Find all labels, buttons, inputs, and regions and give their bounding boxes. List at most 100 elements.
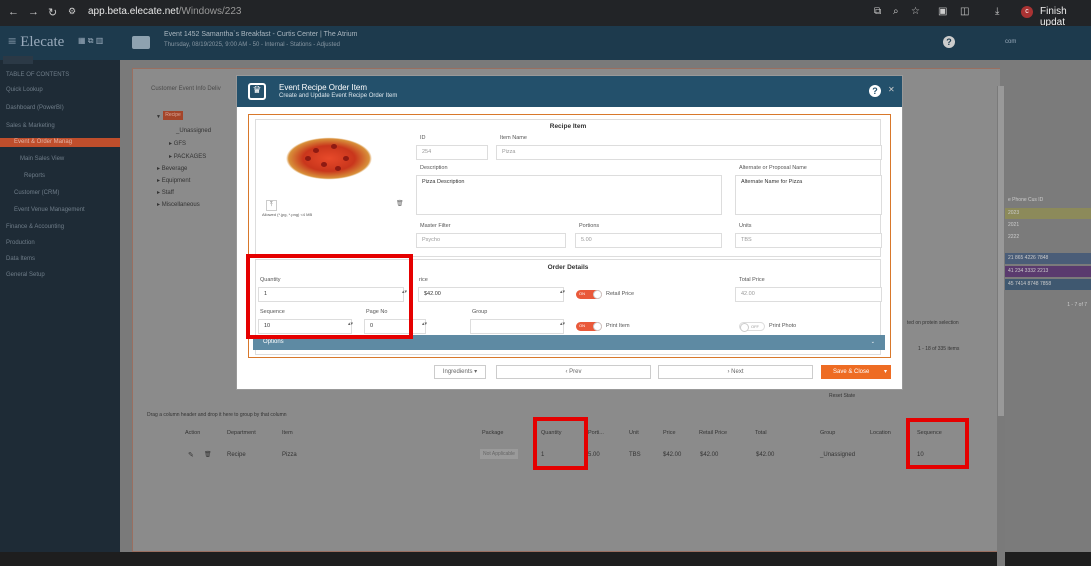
site-info-icon[interactable]: ⚙ (68, 6, 76, 17)
right-row[interactable]: 2222 (1000, 232, 1091, 243)
col-group[interactable]: Group (820, 430, 835, 436)
modal-title: Event Recipe Order Item (279, 83, 368, 92)
group-select[interactable] (470, 319, 564, 334)
delete-icon[interactable]: 🗑 (204, 451, 212, 458)
right-panel-header: e Phone Cus ID (1008, 197, 1044, 203)
reload-icon[interactable]: ↻ (48, 6, 57, 19)
col-total[interactable]: Total (755, 430, 767, 436)
units-label: Units (739, 223, 752, 229)
portions-field[interactable]: 5.00 (575, 233, 722, 248)
help-icon[interactable]: ? (943, 36, 955, 48)
sidebar-item-customer[interactable]: Customer (CRM) (14, 190, 59, 196)
header-tools-icon[interactable]: ▦ ⧉ ▥ (78, 36, 103, 46)
cell-retail-price: $42.00 (700, 452, 719, 458)
profile-avatar[interactable]: c (1021, 6, 1033, 18)
sidebar-search[interactable] (3, 56, 33, 64)
id-field[interactable]: 254 (416, 145, 488, 160)
description-field[interactable]: Pizza Description (416, 175, 722, 215)
col-item[interactable]: Item (282, 430, 293, 436)
sidebar-item-quick-lookup[interactable]: Quick Lookup (6, 87, 43, 93)
tree-node-packages[interactable]: ▸ PACKAGES (169, 153, 206, 160)
right-row[interactable]: 2021 (1000, 220, 1091, 231)
print-item-toggle[interactable]: ON (576, 322, 602, 331)
right-row[interactable]: 21 865 4226 7848 (1000, 253, 1091, 264)
save-label: Save & Close (833, 369, 870, 375)
units-field[interactable]: TBS (735, 233, 882, 248)
finish-update-button[interactable]: Finish updat (1040, 6, 1091, 28)
prev-button[interactable]: ‹ Prev (496, 365, 651, 379)
item-name-field[interactable]: Pizza (496, 145, 882, 160)
cell-price: $42.00 (663, 452, 682, 458)
edit-icon[interactable]: ✎ (188, 451, 194, 459)
modal-help-icon[interactable]: ? (869, 85, 881, 97)
extension-icon[interactable]: ▣ (938, 6, 947, 17)
price-field[interactable]: $42.00 (418, 287, 564, 302)
col-portions[interactable]: Porti... (588, 430, 604, 436)
col-action[interactable]: Action (185, 430, 200, 436)
tree-node-staff[interactable]: ▸ Staff (157, 189, 174, 196)
master-filter-field[interactable]: Psycho (416, 233, 566, 248)
print-photo-toggle[interactable]: OFF (739, 322, 765, 332)
puzzle-icon[interactable]: ◫ (960, 6, 969, 17)
sidebar-item-general-setup[interactable]: General Setup (6, 272, 45, 278)
forward-icon[interactable]: → (28, 6, 39, 18)
col-location[interactable]: Location (870, 430, 891, 436)
cell-group: _Unassigned (820, 452, 856, 458)
price-stepper[interactable]: ▴▾ (560, 289, 565, 295)
allowed-note: Allowed (*.jpg, *.png) <4 MB (262, 212, 313, 217)
tree-node-equipment[interactable]: ▸ Equipment (157, 177, 190, 184)
save-close-button[interactable]: Save & Close ▾ (821, 365, 891, 379)
vertical-scrollbar[interactable] (997, 86, 1005, 566)
reset-state-button[interactable]: Reset State (829, 393, 855, 399)
sidebar-item-production[interactable]: Production (6, 240, 35, 246)
right-row[interactable]: 41 234 3332 2213 (1000, 266, 1091, 277)
browser-toolbar: ← → ↻ ⚙ app.beta.elecate.net/Windows/223… (0, 0, 1091, 28)
event-subtitle: Thursday, 08/19/2025, 9:00 AM - 50 - Int… (164, 42, 340, 48)
scrollbar-thumb[interactable] (998, 86, 1004, 416)
protein-selection-hint: ted on protein selection (907, 320, 959, 326)
back-icon[interactable]: ← (8, 6, 19, 18)
recipe-order-item-modal: ♛ Event Recipe Order Item Create and Upd… (236, 75, 903, 390)
tree-node-misc[interactable]: ▸ Miscellaneous (157, 201, 200, 208)
tree-node[interactable]: _Unassigned (176, 128, 211, 134)
col-package[interactable]: Package (482, 430, 503, 436)
address-bar[interactable]: app.beta.elecate.net/Windows/223 (88, 6, 241, 17)
zoom-icon[interactable]: ⌕ (893, 6, 899, 17)
sidebar-item-dashboard[interactable]: Dashboard (PowerBI) (6, 105, 64, 111)
retail-price-toggle[interactable]: ON (576, 290, 602, 299)
tree-recipe-node[interactable]: Recipe (163, 111, 183, 120)
right-row[interactable]: 45 7414 8748 7858 (1000, 279, 1091, 290)
download-icon[interactable]: ⤓ (995, 6, 999, 17)
translate-icon[interactable]: ⧉ (874, 6, 881, 17)
tree-node-label: PACKAGES (173, 154, 207, 160)
modal-close-icon[interactable]: ✕ (888, 85, 895, 94)
tree-node-gfs[interactable]: ▸ GFS (169, 140, 186, 147)
col-retail-price[interactable]: Retail Price (699, 430, 727, 436)
sidebar-item-reports[interactable]: Reports (24, 173, 45, 179)
alt-name-field[interactable]: Alternate Name for Pizza (735, 175, 882, 215)
tree-node-beverage[interactable]: ▸ Beverage (157, 165, 187, 172)
sidebar-item-event-order[interactable]: Event & Order Manag (0, 138, 120, 147)
bookmark-star-icon[interactable]: ☆ (911, 6, 920, 17)
right-row[interactable]: 2023 (1000, 208, 1091, 219)
right-nav[interactable]: com (1005, 39, 1016, 45)
ingredients-select[interactable]: Ingredients ▾ (434, 365, 486, 379)
total-price-field[interactable]: 42.00 (735, 287, 882, 302)
cell-package: Not Applicable (480, 449, 518, 459)
next-button[interactable]: › Next (658, 365, 813, 379)
sidebar-item-main-sales[interactable]: Main Sales View (20, 156, 64, 162)
group-stepper[interactable]: ▴▾ (560, 321, 565, 327)
col-unit[interactable]: Unit (629, 430, 639, 436)
sidebar-item-data-items[interactable]: Data Items (6, 256, 35, 262)
sidebar-item-finance[interactable]: Finance & Accounting (6, 224, 64, 230)
col-department[interactable]: Department (227, 430, 256, 436)
delete-image-icon[interactable]: 🗑 (396, 200, 404, 207)
col-price[interactable]: Price (663, 430, 676, 436)
upload-icon[interactable]: ⤒ (266, 200, 277, 211)
modal-header: ♛ Event Recipe Order Item Create and Upd… (237, 76, 902, 107)
sidebar-item-venue[interactable]: Event Venue Management (14, 207, 85, 213)
price-label: rice (419, 277, 428, 283)
event-tabs[interactable]: Customer Event Info Deliv (151, 86, 221, 92)
sidebar-item-sales[interactable]: Sales & Marketing (6, 123, 55, 129)
page-no-stepper[interactable]: ▴▾ (422, 321, 427, 327)
